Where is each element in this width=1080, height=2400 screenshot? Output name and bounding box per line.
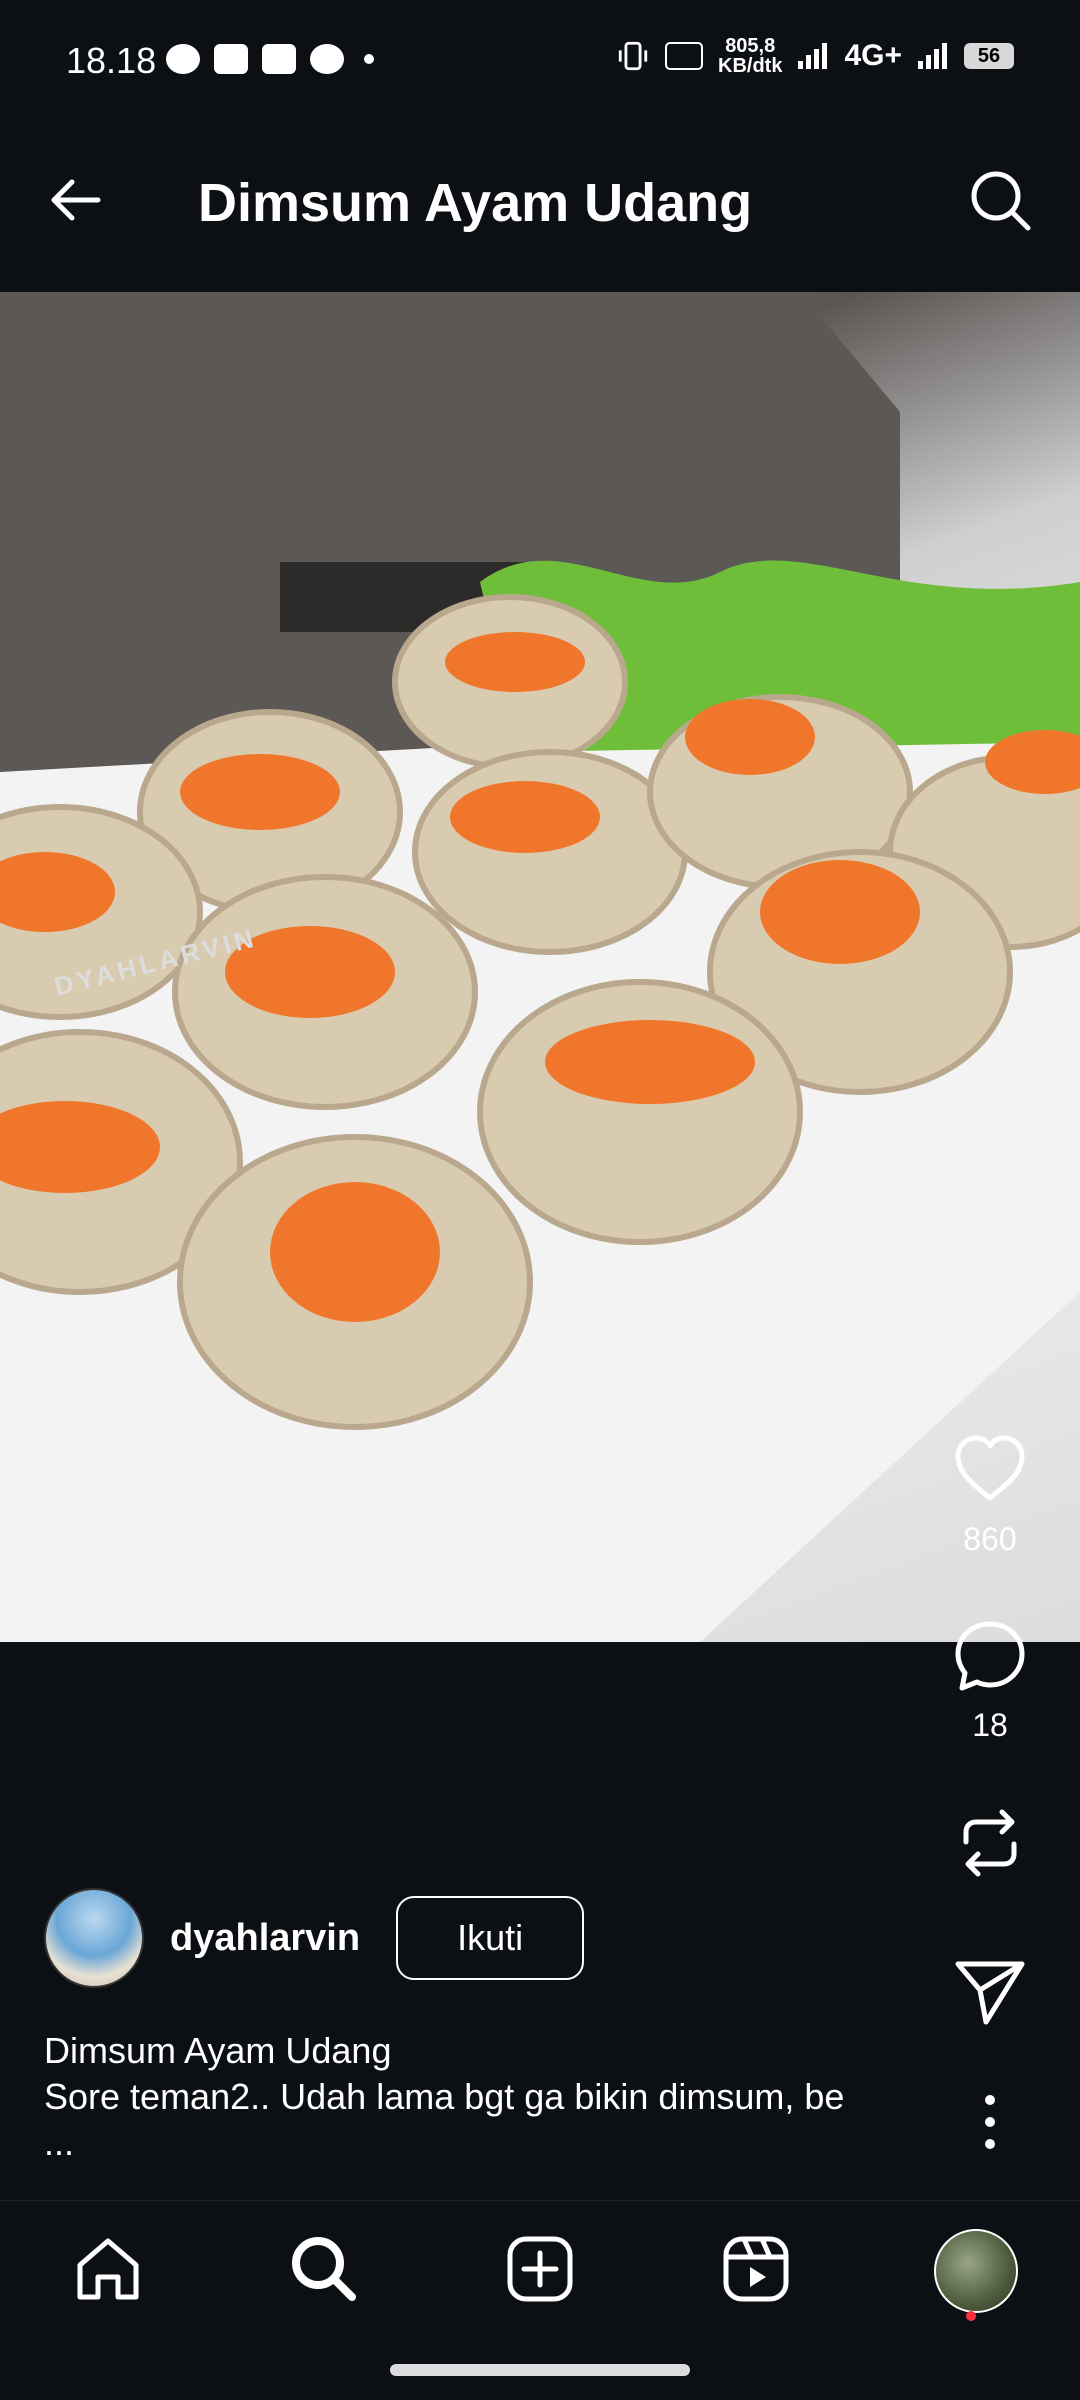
vivo-icon (262, 44, 296, 74)
caption-title: Dimsum Ayam Udang (44, 2030, 392, 2071)
home-icon[interactable] (68, 2229, 148, 2309)
status-left-icons (166, 44, 374, 74)
battery-icon: 56 (964, 43, 1014, 69)
repost-button[interactable] (940, 1802, 1040, 1887)
status-bar: 18.18 805,8 KB/dtk 4G+ 56 (0, 0, 1080, 120)
search-icon[interactable] (284, 2229, 364, 2309)
volte-icon (665, 42, 703, 70)
whatsapp-icon (166, 44, 200, 74)
post-caption[interactable]: Dimsum Ayam Udang Sore teman2.. Udah lam… (44, 2028, 944, 2166)
like-button[interactable]: 860 (940, 1430, 1040, 1558)
author-username[interactable]: dyahlarvin (170, 1917, 360, 1960)
profile-avatar[interactable] (934, 2229, 1018, 2313)
send-icon (955, 1961, 1025, 2025)
follow-button[interactable]: Ikuti (396, 1896, 585, 1980)
dot-icon (364, 54, 374, 64)
add-post-icon[interactable] (500, 2229, 580, 2309)
youtube-icon (214, 44, 248, 74)
signal-icon (918, 43, 947, 69)
caption-text: Sore teman2.. Udah lama bgt ga bikin dim… (44, 2076, 845, 2117)
repost-icon (963, 1809, 1017, 1877)
comment-count: 18 (972, 1707, 1008, 1743)
network-type: 4G+ (844, 39, 902, 72)
status-time: 18.18 (66, 40, 157, 81)
network-speed: 805,8 KB/dtk (718, 35, 783, 77)
whatsapp-icon (310, 44, 344, 74)
reels-icon[interactable] (716, 2229, 796, 2309)
notification-dot (966, 2311, 976, 2321)
search-icon[interactable] (964, 164, 1036, 236)
more-options-button[interactable] (940, 2082, 1040, 2167)
heart-icon (955, 1435, 1025, 1501)
post-author: dyahlarvin Ikuti (44, 1888, 585, 1988)
page-title: Dimsum Ayam Udang (198, 173, 753, 233)
bottom-navigation (0, 2200, 1080, 2351)
author-avatar[interactable] (44, 1888, 144, 1988)
like-count: 860 (963, 1521, 1017, 1557)
signal-icon (798, 43, 828, 69)
post-image[interactable]: DYAHLARVIN (0, 292, 1080, 1642)
gesture-home-bar[interactable] (390, 2364, 690, 2376)
more-vertical-icon (985, 2095, 995, 2149)
share-button[interactable] (940, 1950, 1040, 2035)
status-right: 805,8 KB/dtk 4G+ 56 (616, 36, 1014, 76)
vibrate-icon (618, 41, 648, 71)
caption-more[interactable]: ... (44, 2120, 944, 2166)
arrow-left-icon[interactable] (40, 164, 112, 236)
comment-icon (955, 1621, 1025, 1691)
comment-button[interactable]: 18 (940, 1616, 1040, 1744)
top-app-bar: Dimsum Ayam Udang (0, 120, 1080, 290)
